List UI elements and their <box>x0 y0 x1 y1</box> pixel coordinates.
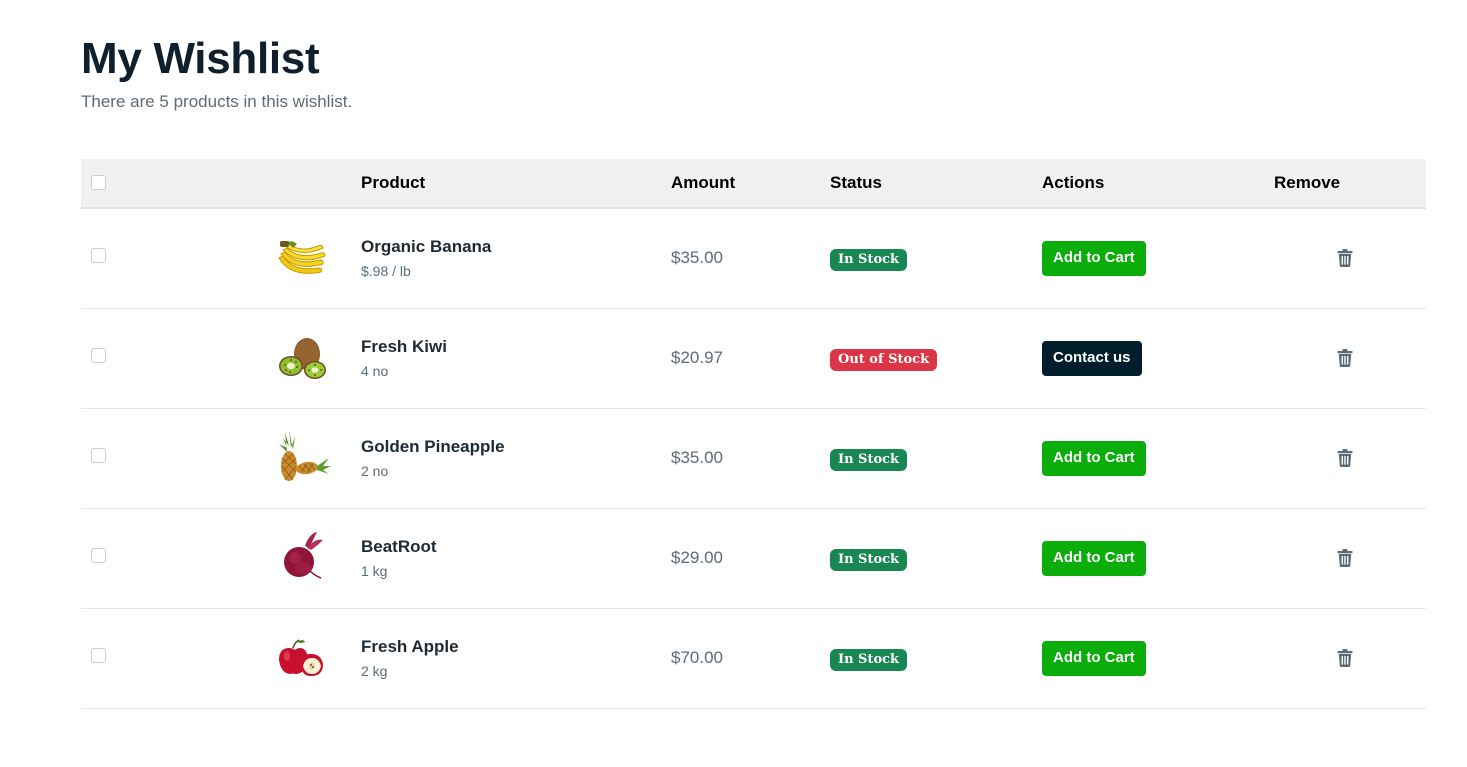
product-amount: $20.97 <box>671 348 723 367</box>
add-to-cart-button[interactable]: Add to Cart <box>1042 640 1146 676</box>
status-badge: Out of Stock <box>830 349 938 371</box>
product-unit: 1 kg <box>361 563 388 579</box>
product-amount: $35.00 <box>671 248 723 268</box>
product-amount: $29.00 <box>671 548 723 567</box>
product-amount: $35.00 <box>671 448 723 467</box>
product-unit: 2 kg <box>361 663 388 679</box>
product-name[interactable]: Golden Pineapple <box>361 437 671 457</box>
kiwi-image <box>279 338 326 379</box>
table-row: Fresh Apple 2 kg $70.00 In Stock Add to … <box>81 608 1426 708</box>
header-remove: Remove <box>1274 173 1341 192</box>
status-badge: In Stock <box>830 449 908 471</box>
header-product: Product <box>361 173 426 192</box>
page-subtitle: There are 5 products in this wishlist. <box>81 92 353 111</box>
product-unit: $.98 / lb <box>361 263 411 280</box>
row-checkbox[interactable] <box>91 648 106 663</box>
header-status: Status <box>830 173 882 192</box>
trash-icon[interactable] <box>1337 649 1353 667</box>
product-name[interactable]: BeatRoot <box>361 537 671 557</box>
product-unit: 2 no <box>361 463 389 479</box>
wishlist-table: Product Amount Status Actions Remove Org… <box>81 159 1426 709</box>
table-row: BeatRoot 1 kg $29.00 In Stock Add to Car… <box>81 508 1426 608</box>
trash-icon[interactable] <box>1337 449 1353 467</box>
status-badge: In Stock <box>830 549 908 571</box>
add-to-cart-button[interactable]: Add to Cart <box>1042 240 1146 276</box>
add-to-cart-button[interactable]: Add to Cart <box>1042 540 1146 576</box>
row-checkbox[interactable] <box>91 548 106 563</box>
product-name[interactable]: Fresh Apple <box>361 637 671 657</box>
table-header-row: Product Amount Status Actions Remove <box>81 159 1426 208</box>
trash-icon[interactable] <box>1337 549 1353 567</box>
row-checkbox[interactable] <box>91 448 106 463</box>
trash-icon[interactable] <box>1337 349 1353 367</box>
pineapple-image <box>279 430 331 481</box>
page-title: My Wishlist <box>81 34 320 83</box>
table-row: Organic Banana $.98 / lb $35.00 In Stock… <box>81 208 1426 308</box>
status-badge: In Stock <box>830 249 908 272</box>
trash-icon[interactable] <box>1337 249 1353 268</box>
status-badge: In Stock <box>830 649 908 671</box>
row-checkbox[interactable] <box>91 248 106 264</box>
row-checkbox[interactable] <box>91 348 106 363</box>
wishlist-page: My Wishlist There are 5 products in this… <box>81 30 1426 708</box>
contact-us-button[interactable]: Contact us <box>1042 340 1142 376</box>
table-row: Fresh Kiwi 4 no $20.97 Out of Stock Cont… <box>81 308 1426 408</box>
product-amount: $70.00 <box>671 648 723 667</box>
table-row: Golden Pineapple 2 no $35.00 In Stock Ad… <box>81 408 1426 508</box>
header-actions: Actions <box>1042 173 1105 192</box>
add-to-cart-button[interactable]: Add to Cart <box>1042 440 1146 476</box>
beetroot-image <box>284 532 323 579</box>
product-name[interactable]: Fresh Kiwi <box>361 337 671 357</box>
apple-image <box>279 639 323 676</box>
header-amount: Amount <box>671 173 736 192</box>
select-all-checkbox[interactable] <box>91 174 106 190</box>
header-select-all[interactable] <box>81 159 166 208</box>
product-name[interactable]: Organic Banana <box>361 237 671 257</box>
banana-image <box>278 241 326 275</box>
product-unit: 4 no <box>361 363 389 379</box>
header-image <box>166 159 361 208</box>
